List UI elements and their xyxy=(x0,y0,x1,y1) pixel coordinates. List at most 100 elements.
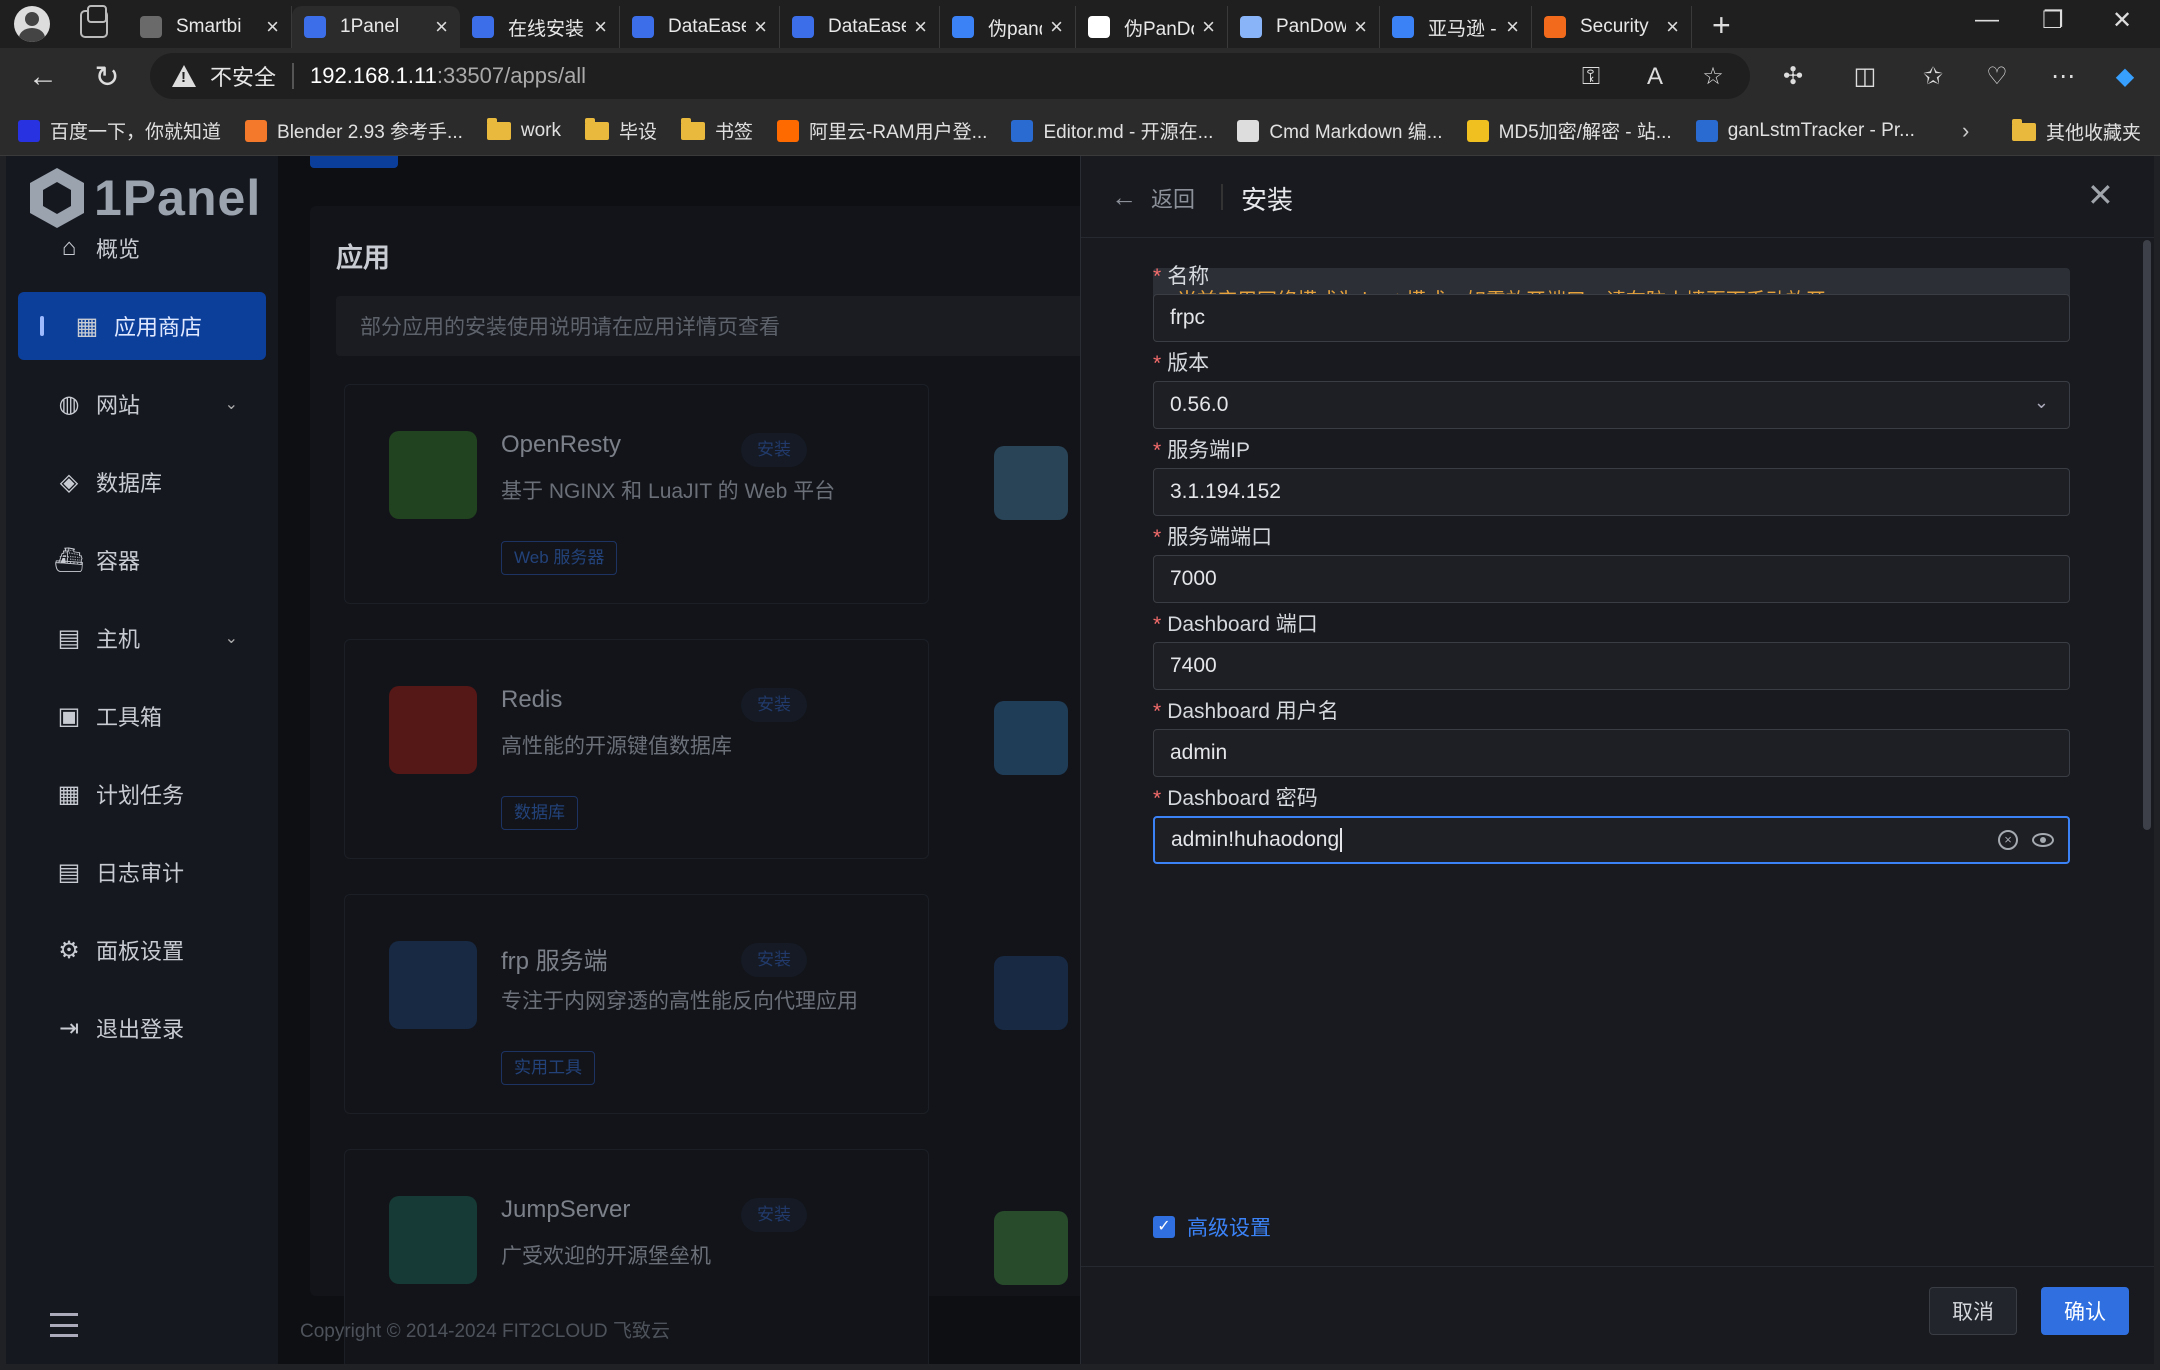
health-icon[interactable]: ♡ xyxy=(1982,62,2012,92)
back-button[interactable]: 返回 xyxy=(1151,182,1195,214)
cancel-button[interactable]: 取消 xyxy=(1929,1287,2017,1335)
back-icon[interactable]: ← xyxy=(18,60,68,94)
field-label: * Dashboard 密码 xyxy=(1153,782,1318,812)
app-install-button[interactable]: 安装 xyxy=(741,943,807,977)
bookmarks-overflow-icon[interactable]: › xyxy=(1962,118,1969,144)
browser-tab[interactable]: 1Panel × xyxy=(292,6,460,48)
tab-close-icon[interactable]: × xyxy=(1354,14,1367,40)
drawer-scrollbar[interactable] xyxy=(2143,240,2151,830)
tab-favicon-icon xyxy=(792,16,814,38)
confirm-button[interactable]: 确认 xyxy=(2041,1287,2129,1335)
tab-close-icon[interactable]: × xyxy=(914,14,927,40)
read-aloud-icon[interactable]: A xyxy=(1640,62,1670,92)
form-input[interactable]: frpc xyxy=(1153,294,2070,342)
sidebar-item[interactable]: ⛴ 容器 xyxy=(18,526,266,594)
close-icon[interactable]: ✕ xyxy=(2087,176,2114,214)
reload-icon[interactable]: ↻ xyxy=(82,60,132,95)
bookmark-item[interactable]: 毕设 xyxy=(585,117,657,144)
tab-close-icon[interactable]: × xyxy=(266,14,279,40)
sidebar-item[interactable]: ▤ 日志审计 xyxy=(18,838,266,906)
extensions-icon[interactable]: ✣ xyxy=(1778,62,1808,92)
browser-tab[interactable]: PanDowr × xyxy=(1228,6,1380,48)
sidebar-item[interactable]: ⚙ 面板设置 xyxy=(18,916,266,984)
bookmark-label: 毕设 xyxy=(619,122,658,143)
app-card[interactable]: frp 服务端 专注于内网穿透的高性能反向代理应用 安装 实用工具 xyxy=(344,894,929,1114)
security-label: 不安全 xyxy=(210,65,277,90)
url-separator xyxy=(292,63,295,89)
browser-tab[interactable]: 伪pando × xyxy=(940,6,1076,48)
sidebar-item[interactable]: ⇥ 退出登录 xyxy=(18,994,266,1062)
sidebar-item-label: 工具箱 xyxy=(96,705,163,730)
app-install-button[interactable]: 安装 xyxy=(741,433,807,467)
form-input[interactable]: admin!huhaodong × xyxy=(1153,816,2070,864)
url-box[interactable]: 不安全 192.168.1.11:33507/apps/all xyxy=(150,53,1750,99)
bookmark-item[interactable]: Editor.md - 开源在... xyxy=(1011,117,1213,144)
new-tab-icon[interactable]: + xyxy=(1712,7,1731,44)
other-bookmarks[interactable]: 其他收藏夹 xyxy=(2012,118,2141,145)
sidebar-item[interactable]: ⌂ 概览 xyxy=(18,214,266,282)
browser-tab[interactable]: Security × xyxy=(1532,6,1692,48)
browser-tab[interactable]: Smartbi × xyxy=(128,6,292,48)
sidebar-item[interactable]: ▤ 主机 ⌄ xyxy=(18,604,266,672)
bookmark-item[interactable]: ganLstmTracker - Pr... xyxy=(1695,119,1915,142)
browser-tab[interactable]: 亚马逊 - × xyxy=(1380,6,1532,48)
favorites-icon[interactable]: ✩ xyxy=(1918,62,1948,92)
tab-close-icon[interactable]: × xyxy=(1666,14,1679,40)
tab-close-icon[interactable]: × xyxy=(435,14,448,40)
profile-avatar[interactable] xyxy=(14,6,50,42)
workspaces-icon[interactable] xyxy=(80,5,108,38)
form-input[interactable]: 3.1.194.152 xyxy=(1153,468,2070,516)
bookmark-item[interactable]: MD5加密/解密 - 站... xyxy=(1466,117,1672,144)
form-input[interactable]: 7000 xyxy=(1153,555,2070,603)
sidebar-item[interactable]: ▣ 工具箱 xyxy=(18,682,266,750)
app-category-tag[interactable]: 数据库 xyxy=(501,796,578,830)
eye-icon[interactable] xyxy=(2032,833,2054,847)
bookmark-item[interactable]: work xyxy=(486,117,561,142)
copilot-icon[interactable]: ◆ xyxy=(2110,62,2140,92)
sidebar-item[interactable]: ▦ 计划任务 xyxy=(18,760,266,828)
app-card[interactable]: OpenResty 基于 NGINX 和 LuaJIT 的 Web 平台 安装 Web… xyxy=(344,384,929,604)
app-category-tag[interactable]: 实用工具 xyxy=(501,1051,595,1085)
minimize-icon[interactable]: — xyxy=(1975,6,1999,34)
form-input[interactable]: admin xyxy=(1153,729,2070,777)
star-icon[interactable]: ☆ xyxy=(1698,62,1728,92)
app-install-button[interactable]: 安装 xyxy=(741,688,807,722)
tab-close-icon[interactable]: × xyxy=(1050,14,1063,40)
sidebar-item[interactable]: ◈ 数据库 xyxy=(18,448,266,516)
more-icon[interactable]: ⋯ xyxy=(2048,62,2078,92)
bookmark-item[interactable]: Blender 2.93 参考手... xyxy=(245,117,463,144)
restore-icon[interactable]: ❐ xyxy=(2042,6,2064,35)
bookmark-item[interactable]: 阿里云-RAM用户登... xyxy=(777,117,987,144)
clear-icon[interactable]: × xyxy=(1998,830,2018,850)
back-arrow-icon[interactable]: ← xyxy=(1111,182,1137,213)
sidebar-item[interactable]: ◍ 网站 ⌄ xyxy=(18,370,266,438)
advanced-settings-checkbox[interactable]: ✓ 高级设置 xyxy=(1153,1212,1271,1242)
collapse-menu-icon[interactable] xyxy=(50,1313,78,1337)
browser-tab[interactable]: 伪PanDo × xyxy=(1076,6,1228,48)
bookmark-item[interactable]: Cmd Markdown 编... xyxy=(1237,117,1443,144)
tab-close-icon[interactable]: × xyxy=(754,14,767,40)
docker-icon: ⛴ xyxy=(53,546,85,574)
tab-close-icon[interactable]: × xyxy=(594,14,607,40)
bookmark-item[interactable]: 书签 xyxy=(681,117,753,144)
tab-close-icon[interactable]: × xyxy=(1506,14,1519,40)
browser-tab-bar: Smartbi × 1Panel × 在线安装 × DataEase × DataEase × 伪p… xyxy=(0,0,2160,48)
close-window-icon[interactable]: ✕ xyxy=(2112,6,2132,35)
sidebar-item[interactable]: ▦ 应用商店 xyxy=(18,292,266,360)
address-bar-row: ← ↻ 不安全 192.168.1.11:33507/apps/all xyxy=(0,48,2160,106)
app-card[interactable]: Redis 高性能的开源键值数据库 安装 数据库 xyxy=(344,639,929,859)
app-install-button[interactable]: 安装 xyxy=(741,1198,807,1232)
browser-tab[interactable]: DataEase × xyxy=(780,6,940,48)
split-screen-icon[interactable]: ◫ xyxy=(1850,62,1880,92)
form-input[interactable]: 7400 xyxy=(1153,642,2070,690)
bookmark-item[interactable]: 百度一下，你就知道 xyxy=(18,117,221,144)
browser-tab[interactable]: DataEase × xyxy=(620,6,780,48)
app-category-tag[interactable]: Web 服务器 xyxy=(501,541,618,575)
version-select[interactable]: 0.56.0 ⌄ xyxy=(1153,381,2070,429)
tab-close-icon[interactable]: × xyxy=(1202,14,1215,40)
key-icon[interactable]: ⚿ xyxy=(1576,62,1606,92)
tab-title: 伪PanDo xyxy=(1124,18,1195,40)
app-description: 高性能的开源键值数据库 xyxy=(501,735,732,758)
browser-tab[interactable]: 在线安装 × xyxy=(460,6,620,48)
app-name: OpenResty xyxy=(501,431,622,458)
